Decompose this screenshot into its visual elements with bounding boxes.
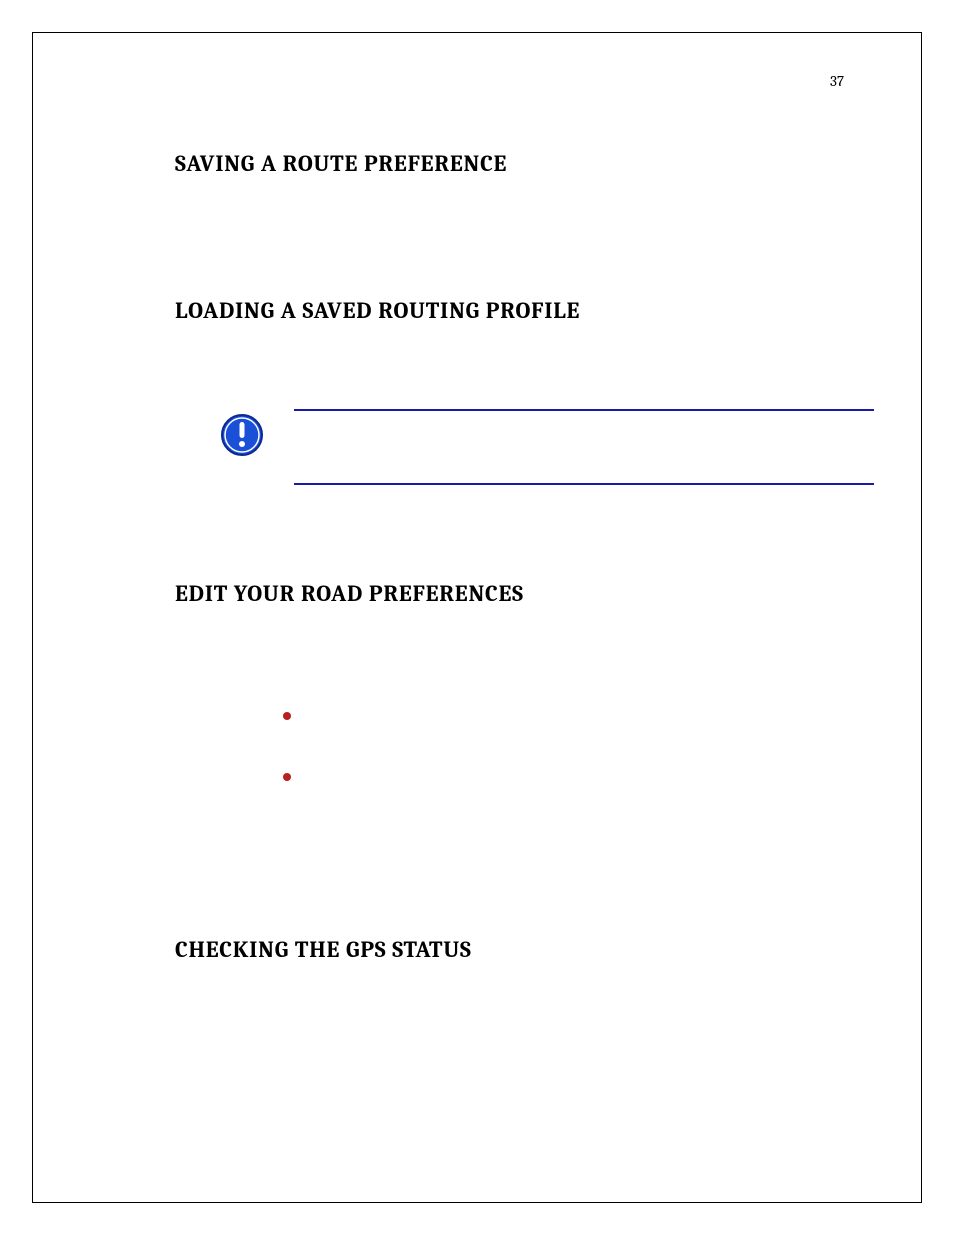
- heading-saving-route-preference: SAVING A ROUTE PREFERENCE: [175, 150, 874, 177]
- info-callout-rules: [294, 409, 874, 485]
- bullet-list: [283, 712, 874, 781]
- heading-checking-gps-status: CHECKING THE GPS STATUS: [175, 936, 874, 963]
- info-callout: [220, 409, 874, 485]
- bullet-item: [283, 773, 291, 781]
- info-icon: [220, 413, 264, 461]
- info-divider-bottom: [294, 483, 874, 485]
- heading-loading-saved-routing-profile: LOADING A SAVED ROUTING PROFILE: [175, 297, 874, 324]
- page-content: SAVING A ROUTE PREFERENCE LOADING A SAVE…: [175, 130, 874, 963]
- info-divider-top: [294, 409, 874, 411]
- bullet-item: [283, 712, 291, 720]
- page-number: 37: [830, 72, 844, 90]
- heading-edit-road-preferences: EDIT YOUR ROAD PREFERENCES: [175, 580, 874, 607]
